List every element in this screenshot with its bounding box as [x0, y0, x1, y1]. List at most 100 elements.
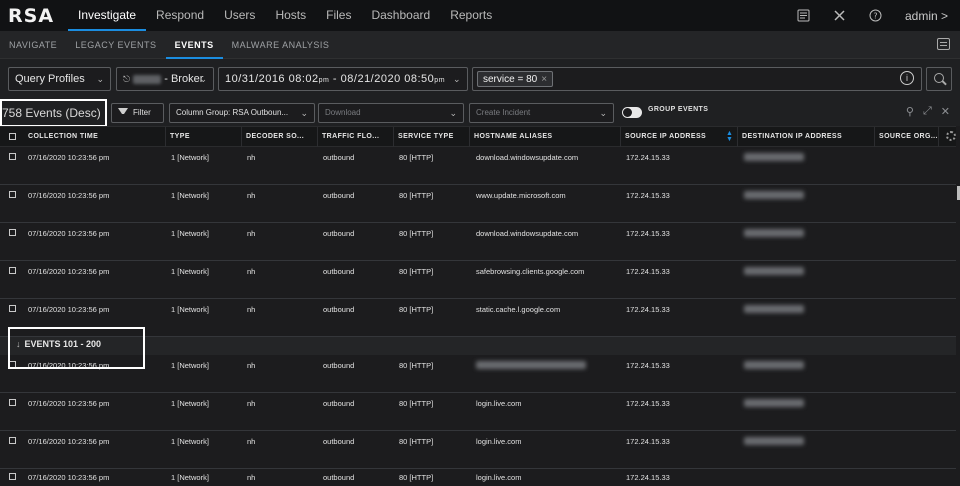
cell-type: 1 [Network] — [171, 399, 209, 408]
row-checkbox[interactable] — [9, 437, 16, 444]
chevron-down-icon: ⌄ — [199, 74, 207, 84]
col-source-org[interactable]: SOURCE ORG... — [875, 127, 939, 147]
cell-hostname: login.live.com — [476, 437, 522, 446]
col-service-type[interactable]: SERVICE TYPE — [394, 127, 470, 147]
events-toolbar: 758 Events (Desc) Filter Column Group: R… — [0, 99, 960, 127]
query-profiles-label: Query Profiles — [15, 73, 85, 85]
chevron-down-icon: ⌄ — [96, 74, 104, 84]
group-events-toggle[interactable] — [622, 107, 642, 118]
column-group-dropdown[interactable]: Column Group: RSA Outboun... ⌄ — [169, 103, 315, 123]
tools-icon[interactable] — [833, 9, 847, 23]
cell-collection-time: 07/16/2020 10:23:56 pm — [28, 229, 110, 238]
query-filter-input[interactable]: service = 80 × — [472, 67, 922, 91]
toolbar-right-icons: ⚲ ⤢ ✕ — [906, 105, 950, 118]
cell-hostname: login.live.com — [476, 473, 522, 482]
cell-source-ip: 172.24.15.33 — [626, 191, 670, 200]
select-all-checkbox[interactable] — [9, 133, 16, 140]
table-row[interactable]: 07/16/2020 10:23:56 pm 1 [Network] nh ou… — [0, 223, 956, 261]
create-incident-dropdown[interactable]: Create Incident ⌄ — [469, 103, 614, 123]
cell-collection-time: 07/16/2020 10:23:56 pm — [28, 399, 110, 408]
nav-respond[interactable]: Respond — [146, 0, 214, 31]
tab-malware-analysis[interactable]: MALWARE ANALYSIS — [223, 31, 339, 59]
admin-menu[interactable]: admin > — [905, 9, 948, 23]
time-range-separator: - — [329, 73, 341, 85]
tab-navigate[interactable]: NAVIGATE — [0, 31, 66, 59]
vertical-scrollbar[interactable] — [956, 126, 960, 486]
help-icon[interactable]: ? — [869, 9, 883, 23]
row-checkbox[interactable] — [9, 267, 16, 274]
table-row[interactable]: 07/16/2020 10:23:56 pm 1 [Network] nh ou… — [0, 147, 956, 185]
cell-source-ip: 172.24.15.33 — [626, 361, 670, 370]
cell-hostname: login.live.com — [476, 399, 522, 408]
remove-filter-icon[interactable]: × — [541, 74, 547, 85]
row-checkbox[interactable] — [9, 399, 16, 406]
row-checkbox[interactable] — [9, 473, 16, 480]
table-header: COLLECTION TIME TYPE DECODER SO... TRAFF… — [0, 126, 960, 147]
cell-decoder: nh — [247, 191, 256, 200]
table-row[interactable]: 07/16/2020 10:23:56 pm 1 [Network] nh ou… — [0, 261, 956, 299]
nav-users[interactable]: Users — [214, 0, 265, 31]
col-collection-time[interactable]: COLLECTION TIME — [24, 127, 166, 147]
close-icon[interactable]: ✕ — [941, 105, 950, 118]
cell-collection-time: 07/16/2020 10:23:56 pm — [28, 191, 110, 200]
col-traffic-flow[interactable]: TRAFFIC FLO... — [318, 127, 394, 147]
table-row[interactable]: 07/16/2020 10:23:56 pm 1 [Network] nh ou… — [0, 185, 956, 223]
cell-service-type: 80 [HTTP] — [399, 153, 434, 162]
cell-source-ip: 172.24.15.33 — [626, 153, 670, 162]
download-dropdown[interactable]: Download ⌄ — [318, 103, 464, 123]
nav-investigate[interactable]: Investigate — [68, 0, 147, 31]
col-decoder-source[interactable]: DECODER SO... — [242, 127, 318, 147]
col-destination-ip[interactable]: DESTINATION IP ADDRESS — [738, 127, 875, 147]
rsa-logo[interactable]: RSA — [8, 5, 68, 27]
nav-files[interactable]: Files — [316, 0, 361, 31]
col-type[interactable]: TYPE — [166, 127, 242, 147]
cell-source-ip: 172.24.15.33 — [626, 437, 670, 446]
table-row[interactable]: 07/16/2020 10:23:56 pm 1 [Network] nh ou… — [0, 469, 956, 486]
cell-decoder: nh — [247, 473, 256, 482]
chevron-down-icon: ⌄ — [599, 108, 607, 118]
row-checkbox[interactable] — [9, 229, 16, 236]
main-nav: Investigate Respond Users Hosts Files Da… — [68, 0, 502, 31]
events-table: 07/16/2020 10:23:56 pm 1 [Network] nh ou… — [0, 147, 956, 486]
col-source-ip[interactable]: SOURCE IP ADDRESS — [621, 127, 738, 147]
sort-icon[interactable]: ▲ ▼ — [726, 130, 733, 143]
tab-events[interactable]: EVENTS — [165, 31, 223, 59]
cell-collection-time: 07/16/2020 10:23:56 pm — [28, 437, 110, 446]
table-row[interactable]: 07/16/2020 10:23:56 pm 1 [Network] nh ou… — [0, 393, 956, 431]
service-dropdown[interactable]: ⎋ - Broker ⌄ — [116, 67, 214, 91]
cell-type: 1 [Network] — [171, 229, 209, 238]
gear-icon[interactable] — [946, 131, 956, 141]
info-icon: i — [900, 71, 914, 85]
row-checkbox[interactable] — [9, 191, 16, 198]
cell-service-type: 80 [HTTP] — [399, 267, 434, 276]
table-row[interactable]: 07/16/2020 10:23:56 pm 1 [Network] nh ou… — [0, 431, 956, 469]
cell-service-type: 80 [HTTP] — [399, 229, 434, 238]
cell-source-ip: 172.24.15.33 — [626, 267, 670, 276]
events-group-highlight — [8, 327, 145, 369]
cell-hostname: download.windowsupdate.com — [476, 153, 579, 162]
tab-legacy-events[interactable]: LEGACY EVENTS — [66, 31, 165, 59]
query-profiles-dropdown[interactable]: Query Profiles ⌄ — [8, 67, 111, 91]
nav-hosts[interactable]: Hosts — [265, 0, 316, 31]
time-range-start-ampm: pm — [318, 77, 330, 84]
time-range-dropdown[interactable]: 10/31/2016 08:02pm - 08/21/2020 08:50pm … — [218, 67, 468, 91]
cell-hostname: safebrowsing.clients.google.com — [476, 267, 585, 276]
filter-pill[interactable]: service = 80 × — [477, 71, 554, 87]
row-checkbox[interactable] — [9, 153, 16, 160]
filter-button[interactable]: Filter — [111, 103, 164, 123]
cell-service-type: 80 [HTTP] — [399, 399, 434, 408]
search-icon[interactable]: ⚲ — [906, 105, 914, 118]
row-checkbox[interactable] — [9, 305, 16, 312]
panel-toggle-icon[interactable] — [937, 38, 950, 50]
notes-icon[interactable] — [797, 9, 811, 23]
query-info-button[interactable]: i — [894, 67, 920, 91]
nav-reports[interactable]: Reports — [440, 0, 502, 31]
event-count-highlight — [0, 99, 107, 127]
nav-dashboard[interactable]: Dashboard — [361, 0, 440, 31]
search-button[interactable] — [926, 67, 952, 91]
cell-type: 1 [Network] — [171, 473, 209, 482]
cell-decoder: nh — [247, 361, 256, 370]
col-hostname-aliases[interactable]: HOSTNAME ALIASES — [470, 127, 621, 147]
expand-icon[interactable]: ⤢ — [923, 105, 932, 118]
cell-decoder: nh — [247, 267, 256, 276]
